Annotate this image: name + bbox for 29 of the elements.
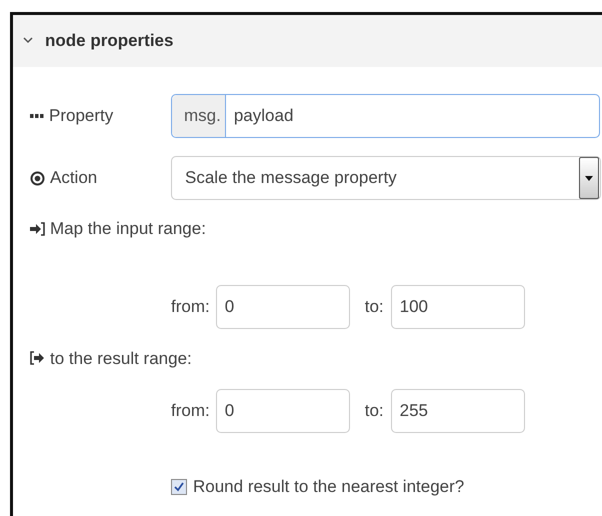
target-icon (30, 170, 45, 186)
chevron-icon (23, 36, 33, 46)
checkbox-label: Round result to the nearest integer? (193, 476, 464, 498)
prefix-label: msg. (172, 95, 226, 137)
section-label: to the result range: (50, 348, 192, 370)
from-field[interactable]: 0 (216, 389, 350, 433)
action-dropdown[interactable]: Scale the message property (171, 156, 601, 200)
to-label: to: (364, 400, 384, 422)
field-label: Property (49, 105, 114, 128)
to-label: to: (364, 296, 384, 318)
sign-in-icon (30, 222, 45, 236)
to-field[interactable]: 255 (390, 389, 525, 433)
from-label: from: (171, 296, 210, 318)
value-field[interactable]: payload (226, 95, 586, 137)
caret-icon (585, 176, 593, 180)
dropdown-button[interactable] (579, 157, 599, 199)
from-label: from: (171, 400, 210, 422)
to-field[interactable]: 100 (390, 284, 525, 328)
sign-out-icon (30, 351, 45, 366)
field-label: Action (50, 167, 98, 190)
section-title: node properties (45, 30, 174, 52)
checkmark-icon (174, 482, 184, 492)
checkbox[interactable] (171, 478, 187, 495)
from-field[interactable]: 0 (216, 284, 350, 328)
property-field[interactable]: msg. payload (171, 94, 600, 138)
dropdown-value: Scale the message property (185, 167, 397, 190)
section-header[interactable]: node properties (13, 15, 602, 67)
section-label: Map the input range: (50, 218, 206, 240)
ellipsis-icon (30, 113, 44, 119)
